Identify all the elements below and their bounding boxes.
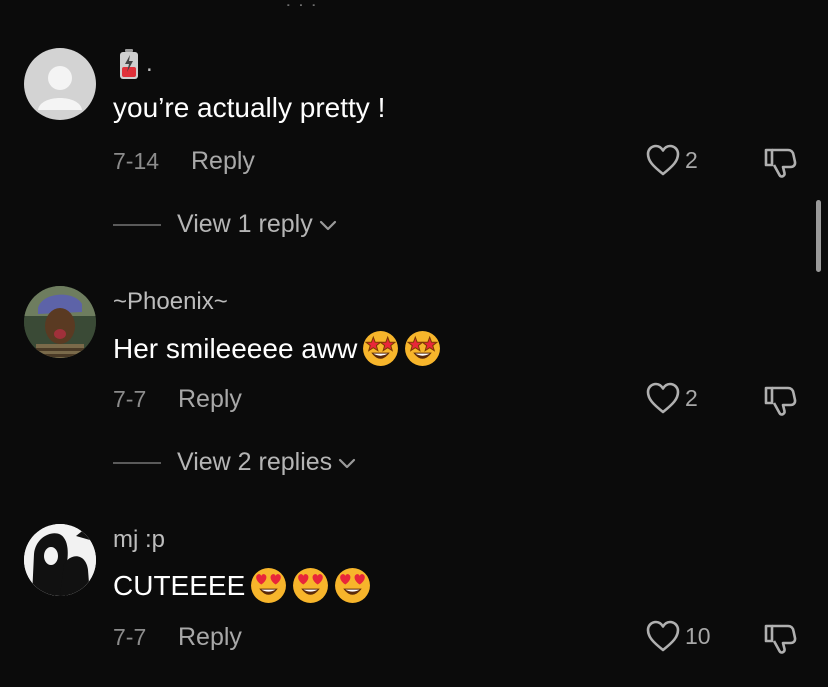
chevron-down-icon <box>339 458 356 468</box>
comment-date: 7-14 <box>113 148 160 174</box>
heart-eyes-emoji-icon <box>335 568 371 603</box>
star-struck-emoji-icon <box>405 331 441 366</box>
chevron-down-icon <box>319 220 336 230</box>
username[interactable]: . <box>146 50 153 78</box>
heart-icon <box>646 620 680 652</box>
like-button[interactable]: 2 <box>645 381 698 415</box>
heart-icon <box>646 382 680 414</box>
username[interactable]: mj :p <box>113 526 165 554</box>
reply-button[interactable]: Reply <box>191 147 255 176</box>
view-replies-button[interactable]: View 1 reply <box>113 210 337 239</box>
like-button[interactable]: 2 <box>645 143 698 177</box>
username[interactable]: ~Phoenix~ <box>113 288 228 316</box>
truncated-content: ··· <box>285 0 321 6</box>
comment-text: Her smileeeee aww <box>113 330 441 367</box>
comment-date: 7-7 <box>113 386 147 412</box>
avatar-photo[interactable] <box>24 524 96 596</box>
battery-emoji-icon <box>120 49 138 79</box>
heart-eyes-emoji-icon <box>251 568 287 603</box>
heart-eyes-emoji-icon <box>293 568 329 603</box>
comment-text: you’re actually pretty ! <box>113 92 386 123</box>
avatar-photo[interactable] <box>24 286 96 358</box>
like-count: 10 <box>685 622 711 649</box>
view-replies-label: View 1 reply <box>177 210 313 238</box>
comment-date: 7-7 <box>113 624 147 650</box>
divider-line <box>113 461 161 464</box>
dislike-icon[interactable] <box>762 144 798 180</box>
heart-icon <box>646 144 680 176</box>
user-photo-icon <box>24 524 96 596</box>
star-struck-emoji-icon <box>363 331 399 366</box>
divider-line <box>113 223 161 226</box>
like-count: 2 <box>685 146 698 173</box>
avatar-default[interactable] <box>24 48 96 120</box>
reply-button[interactable]: Reply <box>178 623 242 652</box>
view-replies-button[interactable]: View 2 replies <box>113 448 356 477</box>
view-replies-label: View 2 replies <box>177 448 333 476</box>
user-photo-icon <box>24 286 96 358</box>
like-count: 2 <box>685 384 698 411</box>
reply-button[interactable]: Reply <box>178 385 242 414</box>
comment-text: CUTEEEE <box>113 567 371 604</box>
dislike-icon[interactable] <box>762 382 798 418</box>
dislike-icon[interactable] <box>762 620 798 656</box>
default-user-icon <box>38 66 82 110</box>
scrollbar-thumb[interactable] <box>816 200 821 272</box>
like-button[interactable]: 10 <box>645 619 711 653</box>
